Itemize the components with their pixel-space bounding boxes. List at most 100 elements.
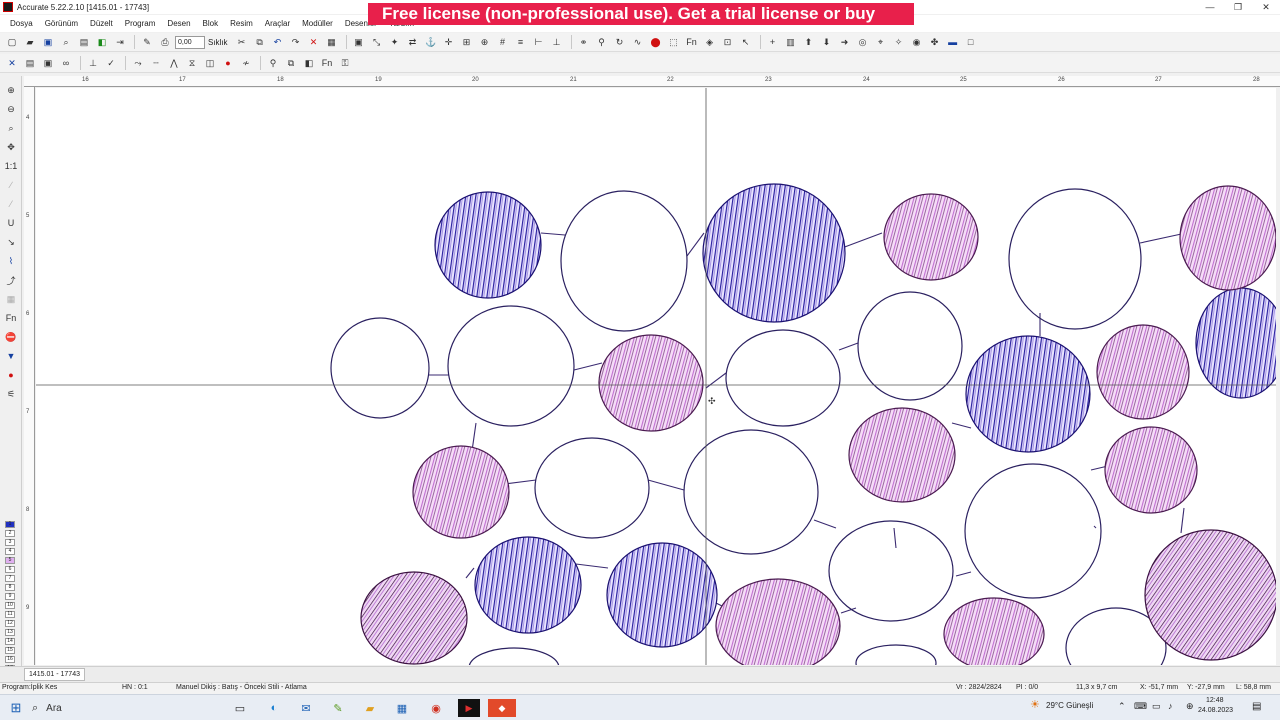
binoculars-icon[interactable]: ⚭ [576,34,592,50]
density-input[interactable]: 0,00 [175,35,205,49]
needle-icon[interactable]: ⚲ [594,34,610,50]
notification-icon[interactable]: ▤ [1252,701,1261,712]
palette-swatch[interactable]: 11 [5,611,15,618]
redo-icon[interactable]: ↷ [288,34,304,50]
stitch-edit-icon[interactable]: ∕ [2,176,20,194]
zoom-out-icon[interactable]: ⊖ [2,100,20,118]
palette-swatch[interactable]: 3 [5,539,15,546]
edge-icon[interactable]: ◐ [264,699,284,717]
weather-text[interactable]: 29°C Güneşli [1046,701,1093,710]
layers-icon[interactable]: ▥ [783,34,799,50]
menu-program[interactable]: Program [119,19,162,28]
save-icon[interactable]: ▣ [40,34,56,50]
measure-icon[interactable]: ⊢ [531,34,547,50]
palette-swatch[interactable]: 15 [5,647,15,654]
link-icon[interactable]: ∞ [58,55,74,71]
arrow-down-icon[interactable]: ⬇ [819,34,835,50]
file-explorer-icon[interactable]: ▰ [360,699,380,717]
clock-date[interactable]: 24.08.2023 [1198,707,1233,714]
menu-gorunum[interactable]: Görünüm [39,19,84,28]
magic-icon[interactable]: ✦ [387,34,403,50]
maximize-button[interactable]: ❐ [1224,0,1252,14]
tag-icon[interactable]: ◈ [702,34,718,50]
crop-icon[interactable]: ⊡ [720,34,736,50]
target-icon[interactable]: ◎ [855,34,871,50]
palette-swatch[interactable]: 1 [5,521,15,528]
pointer-icon[interactable]: ↖ [738,34,754,50]
fill-icon[interactable]: ◫ [202,55,218,71]
paste-icon[interactable]: ▦ [324,34,340,50]
stitch-add-icon[interactable]: ⁄ [2,195,20,213]
node-edit-icon[interactable]: ⤡ [369,34,385,50]
minimize-button[interactable]: — [1196,0,1224,14]
magnifier-icon[interactable]: ⚲ [265,55,281,71]
recorder-app-icon[interactable]: ◆ [488,699,516,717]
tension-tool-icon[interactable]: ⚟ [2,385,20,403]
grid-icon[interactable]: # [495,34,511,50]
zoom-icon[interactable]: ⊕ [477,34,493,50]
palette-swatch[interactable]: 4 [5,548,15,555]
pen-app-icon[interactable]: ✎ [328,699,348,717]
record-tool-icon[interactable]: ● [2,366,20,384]
clock-time[interactable]: 12:48 [1206,697,1224,704]
object-icon[interactable]: ▤ [22,55,38,71]
chrome-icon[interactable]: ◉ [426,699,446,717]
close-button[interactable]: ✕ [1252,0,1280,14]
record-icon[interactable]: ● [220,55,236,71]
menu-blok[interactable]: Blok [197,19,225,28]
function-key-icon[interactable]: Fn [319,55,335,71]
needle-tool-icon[interactable]: ▼ [2,347,20,365]
zoom-in-icon[interactable]: ⊕ [2,81,20,99]
toggle-icon[interactable]: ◧ [301,55,317,71]
stitch-tool-icon[interactable]: ✕ [4,55,20,71]
align-icon[interactable]: ≡ [513,34,529,50]
run-stitch-icon[interactable]: ┄ [148,55,164,71]
copy-icon[interactable]: ⧉ [252,34,268,50]
print-icon[interactable]: ⎙ [157,34,173,50]
satin-icon[interactable]: ⧖ [184,55,200,71]
arrow-right-icon[interactable]: ➜ [837,34,853,50]
needle-up-icon[interactable]: ⊥ [85,55,101,71]
calculator-icon[interactable]: ▦ [392,699,412,717]
menu-araclar[interactable]: Araçlar [259,19,296,28]
trim-icon[interactable]: ≁ [238,55,254,71]
select-tool-icon[interactable]: ▦ [2,290,20,308]
export-icon[interactable]: ◧ [94,34,110,50]
battery-icon[interactable]: ▭ [1152,701,1161,712]
task-view-icon[interactable]: ▭ [230,699,250,717]
sparkle-icon[interactable]: ✧ [891,34,907,50]
cross-icon[interactable]: + [765,34,781,50]
palette-icon[interactable]: ✤ [927,34,943,50]
design-canvas[interactable]: ✣ [36,88,1276,665]
menu-dosya[interactable]: Dosya [4,19,39,28]
language-icon[interactable]: ⊕ [1186,701,1194,712]
scale-icon[interactable]: ⊞ [459,34,475,50]
menu-moduller[interactable]: Modüller [296,19,339,28]
eye-icon[interactable]: ◉ [909,34,925,50]
select-box-icon[interactable]: ▣ [351,34,367,50]
palette-swatch[interactable]: 7 [5,575,15,582]
arrow-up-icon[interactable]: ⬆ [801,34,817,50]
palette-swatch[interactable]: 12 [5,620,15,627]
find-icon[interactable]: ⌕ [58,34,74,50]
mirror-icon[interactable]: ⇄ [405,34,421,50]
jump-tool-icon[interactable]: ⤴ [2,271,20,289]
palette-swatch[interactable]: 13 [5,629,15,636]
accurate-app-icon[interactable]: ▶ [458,699,480,717]
undo-icon[interactable]: ↶ [270,34,286,50]
palette-swatch[interactable]: 16 [5,656,15,663]
zigzag-icon[interactable]: ⋀ [166,55,182,71]
open-folder-icon[interactable]: ▰ [22,34,38,50]
network-icon[interactable]: ⌨ [1134,701,1147,712]
duplicate-icon[interactable]: ⧉ [283,55,299,71]
volume-icon[interactable]: ♪ [1168,701,1173,711]
function-tool-icon[interactable]: Fn [2,309,20,327]
stop-tool-icon[interactable]: ⛔ [2,328,20,346]
palette-swatch[interactable]: 6 [5,566,15,573]
crosshair-icon[interactable]: ⌖ [873,34,889,50]
license-banner[interactable]: Free license (non-professional use). Get… [368,3,914,25]
menu-duzelt[interactable]: Düzelt [84,19,119,28]
zoom-window-icon[interactable]: ⌕ [2,119,20,137]
delete-icon[interactable]: ✕ [306,34,322,50]
palette-swatch[interactable]: 8 [5,584,15,591]
